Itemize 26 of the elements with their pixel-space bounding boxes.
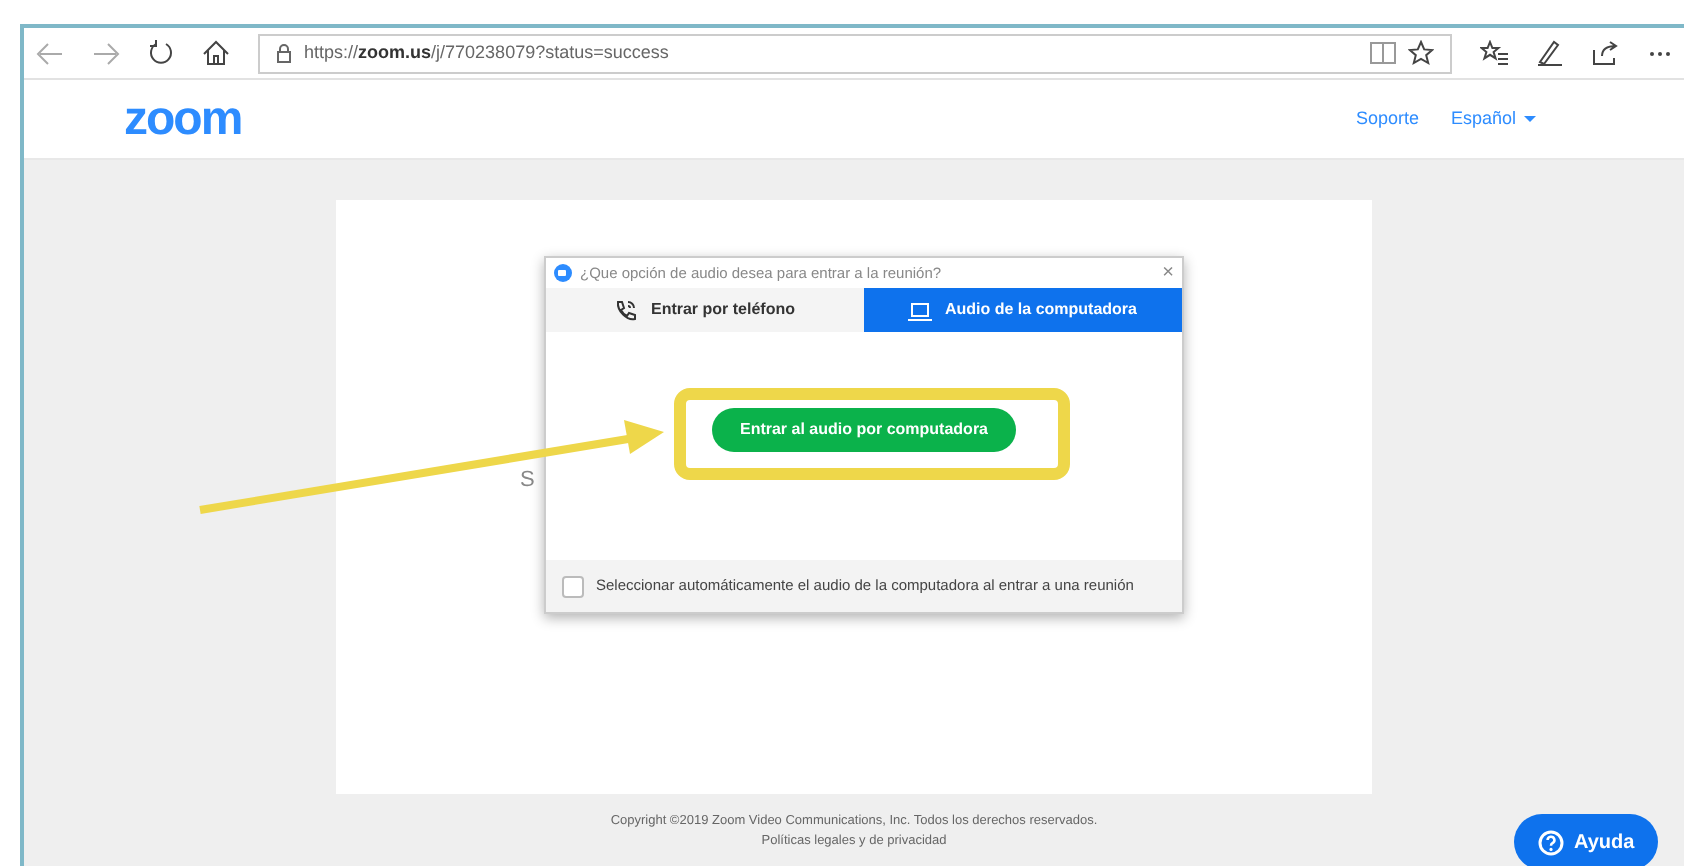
star-icon[interactable] xyxy=(1408,40,1434,66)
help-button[interactable]: Ayuda xyxy=(1514,814,1659,866)
logo[interactable]: zoom xyxy=(124,83,242,155)
home-icon[interactable] xyxy=(202,40,230,66)
tab[interactable]: Audio de la computadora xyxy=(864,288,1182,332)
refresh-icon[interactable] xyxy=(148,40,174,66)
language-dropdown[interactable]: Español xyxy=(1450,105,1536,133)
support-link[interactable]: Soporte xyxy=(1355,105,1419,133)
join-audio-button[interactable]: Entrar al audio por computadora xyxy=(711,408,1016,452)
address-bar[interactable]: https://zoom.us/j/770238079?status=success xyxy=(258,33,1452,73)
share-icon[interactable] xyxy=(1592,40,1620,66)
more-icon[interactable] xyxy=(1648,49,1672,57)
favorites-icon[interactable] xyxy=(1480,40,1508,66)
laptop-icon xyxy=(908,299,933,321)
tab[interactable]: Entrar por teléfono xyxy=(546,288,864,332)
pen-icon[interactable] xyxy=(1536,40,1564,66)
phone-icon xyxy=(614,299,639,321)
close-icon[interactable]: × xyxy=(1162,258,1174,288)
zoom-app-icon xyxy=(554,264,572,282)
lock-icon xyxy=(276,43,292,63)
caret-icon xyxy=(1524,115,1536,122)
checkbox[interactable] xyxy=(562,575,584,597)
reading-view-icon[interactable] xyxy=(1370,42,1396,64)
url-text: https://zoom.us/j/770238079?status=success xyxy=(304,39,669,66)
partially-hidden-text: S xyxy=(520,466,535,496)
help-icon xyxy=(1538,829,1564,855)
